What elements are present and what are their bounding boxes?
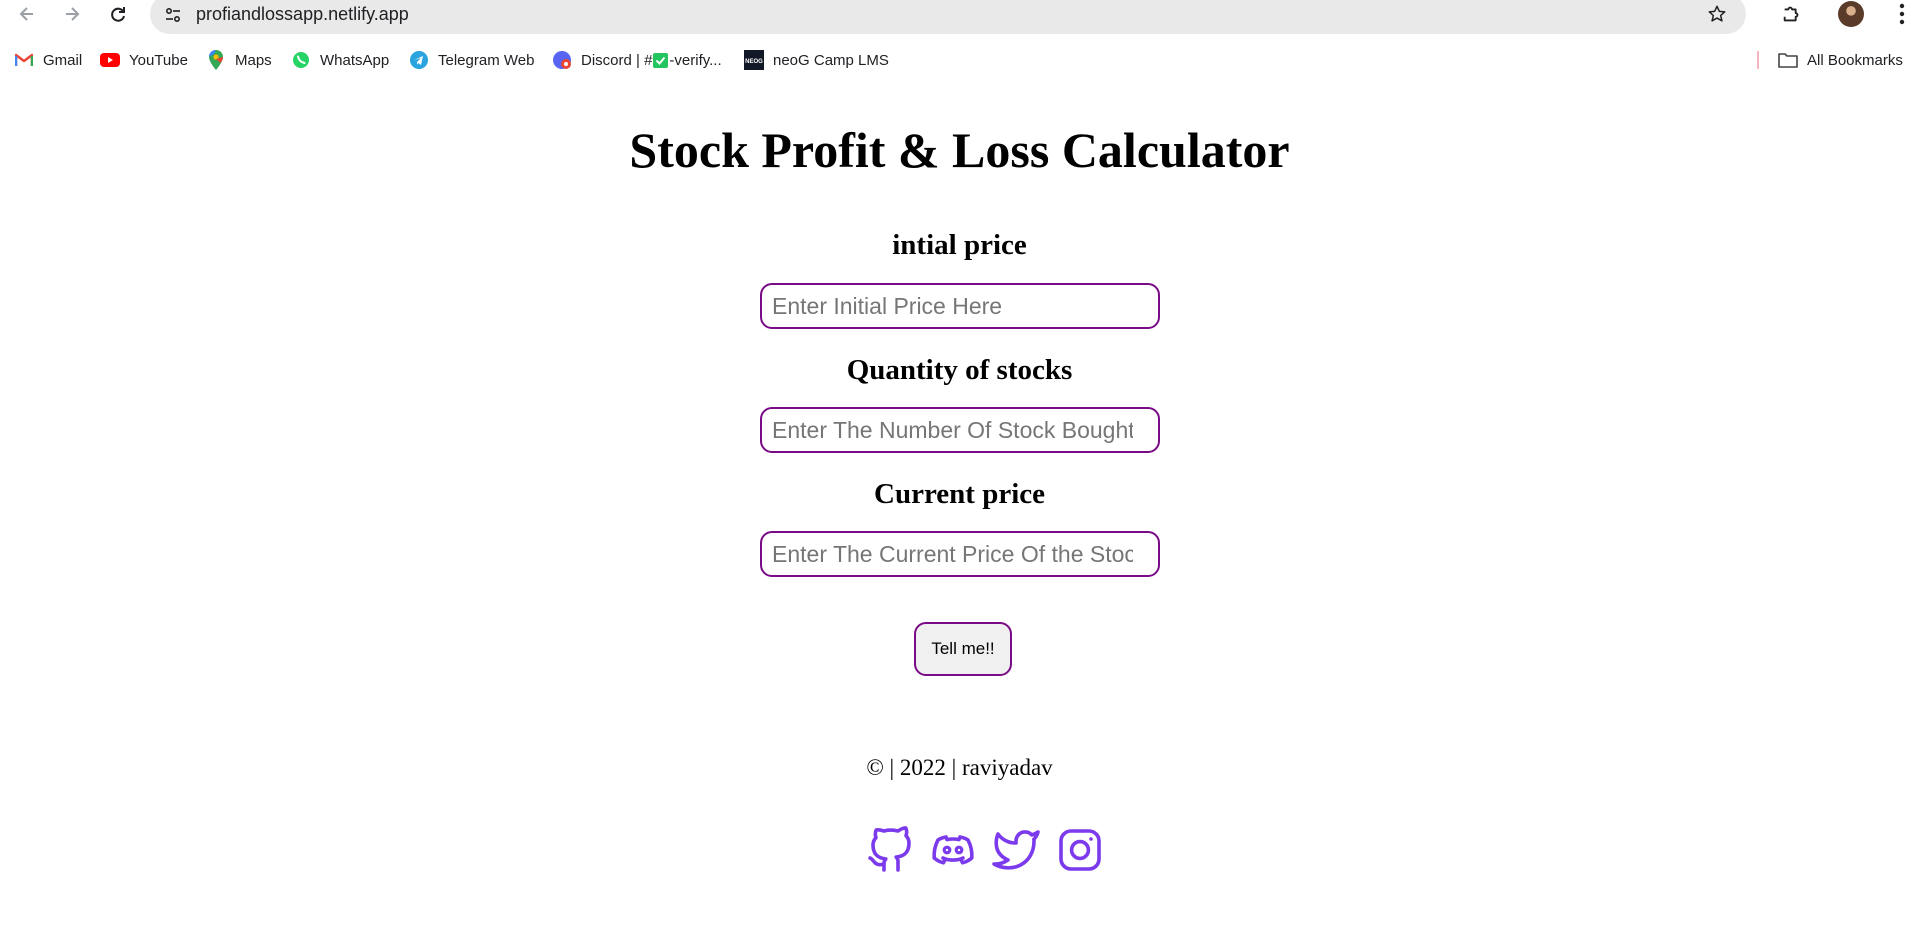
puzzle-icon	[1783, 6, 1799, 22]
bookmark-neog[interactable]: NEOG neoG Camp LMS	[744, 44, 889, 76]
twitter-link[interactable]	[992, 826, 1040, 874]
maps-icon	[206, 50, 226, 70]
arrow-left-icon	[19, 7, 33, 21]
bookmark-telegram[interactable]: Telegram Web	[409, 44, 534, 76]
browser-menu-button[interactable]	[1888, 0, 1916, 28]
svg-text:NEOG: NEOG	[745, 59, 763, 65]
github-icon	[868, 826, 911, 872]
telegram-icon	[409, 50, 429, 70]
whatsapp-icon	[291, 50, 311, 70]
discord-link[interactable]	[929, 826, 977, 874]
bookmark-gmail[interactable]: Gmail	[14, 44, 82, 76]
discord-icon	[932, 835, 974, 865]
neog-icon: NEOG	[744, 50, 764, 70]
youtube-icon	[100, 50, 120, 70]
arrow-right-icon	[66, 7, 80, 21]
reload-button[interactable]	[104, 0, 132, 28]
current-price-input[interactable]	[760, 531, 1160, 577]
quantity-label: Quantity of stocks	[846, 354, 1073, 386]
initial-price-label: intial price	[892, 229, 1027, 261]
gmail-icon	[14, 50, 34, 70]
check-icon	[653, 52, 669, 68]
footer-copyright: © | 2022 | raviyadav	[866, 755, 1053, 780]
discord-icon	[552, 50, 572, 70]
current-price-label: Current price	[874, 478, 1045, 510]
forward-button[interactable]	[58, 0, 86, 28]
bookmark-youtube[interactable]: YouTube	[100, 44, 188, 76]
bookmarks-bar: Gmail YouTube Maps WhatsApp Telegram Web…	[0, 44, 1919, 76]
back-button[interactable]	[13, 0, 41, 28]
bookmark-maps[interactable]: Maps	[206, 44, 272, 76]
bookmark-star-icon[interactable]	[1706, 3, 1728, 25]
initial-price-input[interactable]	[760, 283, 1160, 329]
address-bar[interactable]: profiandlossapp.netlify.app	[150, 0, 1746, 34]
browser-toolbar: profiandlossapp.netlify.app	[0, 0, 1919, 34]
bookmark-discord[interactable]: Discord | # -verify...	[552, 44, 722, 76]
extensions-button[interactable]	[1778, 0, 1806, 28]
page-title: Stock Profit & Loss Calculator	[629, 122, 1290, 178]
bookmarks-divider	[1757, 51, 1759, 69]
all-bookmarks-button[interactable]: All Bookmarks	[1778, 44, 1903, 76]
profile-avatar[interactable]	[1838, 1, 1864, 27]
instagram-link[interactable]	[1056, 826, 1104, 874]
folder-icon	[1778, 50, 1798, 70]
url-text[interactable]: profiandlossapp.netlify.app	[196, 3, 409, 25]
quantity-input[interactable]	[760, 407, 1160, 453]
site-info-icon[interactable]	[162, 4, 184, 26]
instagram-icon	[1059, 829, 1101, 871]
twitter-icon	[992, 830, 1040, 870]
tell-me-button[interactable]: Tell me!!	[914, 622, 1012, 676]
kebab-menu-icon	[1899, 3, 1905, 25]
reload-icon	[111, 7, 125, 22]
github-link[interactable]	[866, 826, 914, 874]
bookmark-whatsapp[interactable]: WhatsApp	[291, 44, 389, 76]
